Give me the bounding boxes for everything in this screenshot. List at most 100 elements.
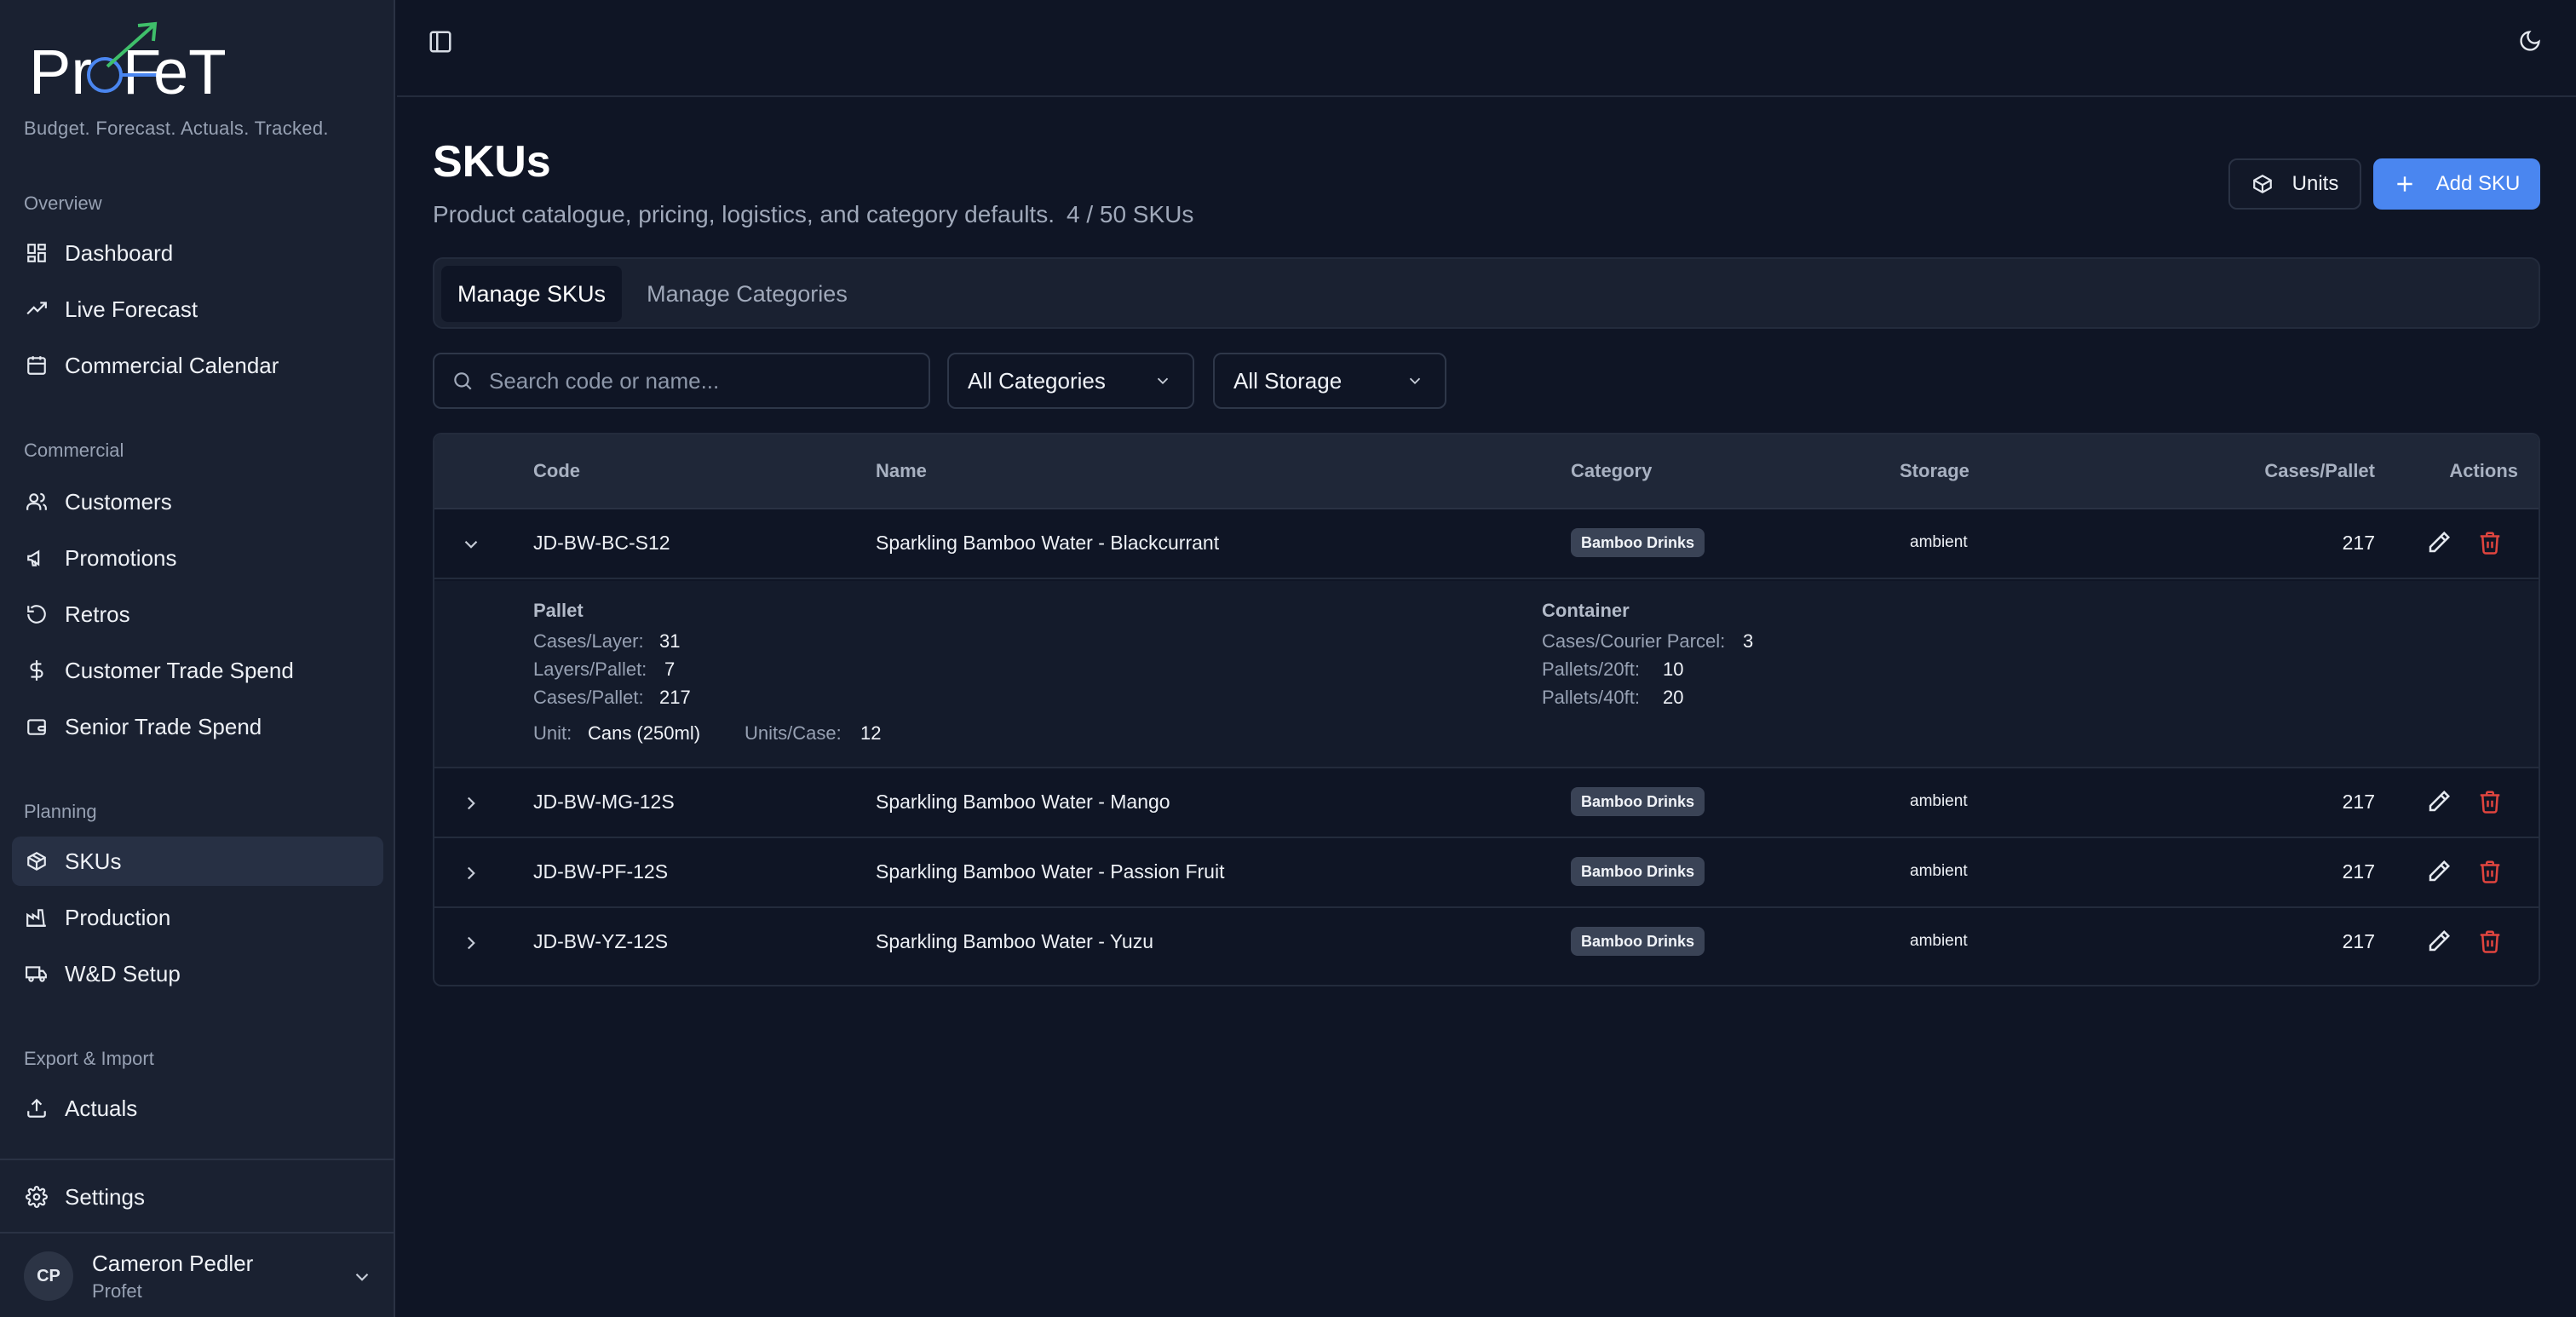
edit-pencil-icon[interactable] bbox=[2426, 859, 2452, 884]
avatar: CP bbox=[24, 1251, 73, 1301]
edit-pencil-icon[interactable] bbox=[2426, 530, 2452, 555]
tab-manage-categories[interactable]: Manage Categories bbox=[632, 266, 862, 322]
detail-label: Layers/Pallet: bbox=[533, 658, 647, 680]
category-badge: Bamboo Drinks bbox=[1571, 857, 1705, 886]
trash-icon[interactable] bbox=[2477, 789, 2503, 814]
trending-up-icon bbox=[26, 302, 47, 315]
detail-label: Cases/Courier Parcel: bbox=[1542, 630, 1726, 652]
sidebar-item-production[interactable]: Production bbox=[12, 893, 383, 942]
edit-pencil-icon[interactable] bbox=[2426, 789, 2452, 814]
detail-value: 31 bbox=[659, 630, 681, 652]
unit-label: Unit: bbox=[533, 722, 572, 744]
sidebar-item-customers[interactable]: Customers bbox=[12, 477, 383, 526]
users-icon bbox=[26, 492, 47, 510]
storage-value: ambient bbox=[1910, 792, 1968, 810]
nav-heading-export-import: Export & Import bbox=[24, 1048, 154, 1069]
sku-code: JD-BW-YZ-12S bbox=[533, 930, 669, 952]
page-subtitle: Product catalogue, pricing, logistics, a… bbox=[433, 201, 1193, 228]
storage-value: ambient bbox=[1910, 862, 1968, 880]
table-row[interactable]: JD-BW-MG-12S Sparkling Bamboo Water - Ma… bbox=[434, 768, 2539, 838]
search-box[interactable] bbox=[433, 353, 930, 409]
category-select-value: All Categories bbox=[968, 367, 1106, 394]
sidebar-item-label: Commercial Calendar bbox=[65, 352, 279, 378]
sidebar-item-live-forecast[interactable]: Live Forecast bbox=[12, 285, 383, 334]
sku-name: Sparkling Bamboo Water - Blackcurrant bbox=[876, 532, 1220, 554]
sku-table: Code Name Category Storage Cases/Pallet … bbox=[433, 433, 2540, 986]
category-badge: Bamboo Drinks bbox=[1571, 528, 1705, 557]
edit-pencil-icon[interactable] bbox=[2426, 929, 2452, 954]
units-button-label: Units bbox=[2291, 172, 2339, 195]
detail-label: Pallets/40ft: bbox=[1542, 687, 1640, 708]
table-row[interactable]: JD-BW-BC-S12 Sparkling Bamboo Water - Bl… bbox=[434, 509, 2539, 579]
container-heading: Container bbox=[1542, 600, 1630, 621]
sidebar-item-senior-trade-spend[interactable]: Senior Trade Spend bbox=[12, 702, 383, 751]
sidebar-item-label: Promotions bbox=[65, 544, 177, 571]
sidebar-item-actuals[interactable]: Actuals bbox=[12, 1084, 383, 1133]
detail-label: Pallets/20ft: bbox=[1542, 658, 1640, 680]
sidebar-toggle-icon[interactable] bbox=[428, 29, 453, 55]
column-header-actions: Actions bbox=[2449, 460, 2518, 481]
sidebar-divider bbox=[0, 1159, 395, 1160]
column-header-storage[interactable]: Storage bbox=[1900, 460, 1969, 482]
user-menu[interactable]: CP Cameron Pedler Profet bbox=[24, 1247, 373, 1305]
tab-bar: Manage SKUs Manage Categories bbox=[433, 257, 2540, 329]
sidebar-item-customer-trade-spend[interactable]: Customer Trade Spend bbox=[12, 646, 383, 695]
detail-value: 10 bbox=[1663, 658, 1684, 680]
chevron-right-icon[interactable] bbox=[460, 792, 482, 814]
page-description: Product catalogue, pricing, logistics, a… bbox=[433, 201, 1055, 227]
units-case-value: 12 bbox=[860, 722, 882, 744]
sidebar-item-settings[interactable]: Settings bbox=[12, 1172, 383, 1222]
search-input[interactable] bbox=[489, 367, 915, 394]
add-sku-button-label: Add SKU bbox=[2435, 172, 2521, 195]
category-badge: Bamboo Drinks bbox=[1571, 787, 1705, 816]
sidebar-item-label: W&D Setup bbox=[65, 960, 181, 986]
sidebar-item-commercial-calendar[interactable]: Commercial Calendar bbox=[12, 341, 383, 390]
user-org: Profet bbox=[92, 1280, 142, 1302]
cases-per-pallet-value: 217 bbox=[2342, 930, 2375, 952]
truck-icon bbox=[26, 966, 47, 982]
sku-name: Sparkling Bamboo Water - Passion Fruit bbox=[876, 860, 1225, 883]
storage-select-value: All Storage bbox=[1233, 367, 1343, 394]
table-row[interactable]: JD-BW-PF-12S Sparkling Bamboo Water - Pa… bbox=[434, 838, 2539, 908]
sidebar-item-retros[interactable]: Retros bbox=[12, 589, 383, 639]
detail-label: Cases/Layer: bbox=[533, 630, 644, 652]
table-row[interactable]: JD-BW-YZ-12S Sparkling Bamboo Water - Yu… bbox=[434, 908, 2539, 978]
sidebar-item-promotions[interactable]: Promotions bbox=[12, 533, 383, 583]
trash-icon[interactable] bbox=[2477, 929, 2503, 954]
storage-select[interactable]: All Storage bbox=[1213, 353, 1446, 409]
sidebar-item-dashboard[interactable]: Dashboard bbox=[12, 228, 383, 278]
trash-icon[interactable] bbox=[2477, 530, 2503, 555]
sidebar-item-label: Actuals bbox=[65, 1095, 138, 1121]
column-header-name[interactable]: Name bbox=[876, 460, 927, 482]
plus-icon bbox=[2396, 176, 2412, 192]
add-sku-button[interactable]: Add SKU bbox=[2373, 158, 2540, 210]
trash-icon[interactable] bbox=[2477, 859, 2503, 884]
units-button[interactable]: Units bbox=[2228, 158, 2361, 210]
column-header-code[interactable]: Code bbox=[533, 460, 580, 482]
profet-logo[interactable]: Pr F eT bbox=[29, 20, 233, 106]
storage-value: ambient bbox=[1910, 932, 1968, 950]
calendar-icon bbox=[27, 356, 46, 375]
chevron-down-icon[interactable] bbox=[460, 533, 482, 555]
column-header-cases-per-pallet[interactable]: Cases/Pallet bbox=[2264, 460, 2375, 482]
gear-icon bbox=[26, 1186, 48, 1208]
column-header-category[interactable]: Category bbox=[1571, 460, 1652, 482]
sidebar-item-wd-setup[interactable]: W&D Setup bbox=[12, 949, 383, 998]
detail-value: 20 bbox=[1663, 687, 1684, 708]
moon-icon[interactable] bbox=[2518, 29, 2542, 53]
tab-manage-skus[interactable]: Manage SKUs bbox=[441, 266, 622, 322]
top-bar bbox=[397, 0, 2576, 97]
nav-heading-commercial: Commercial bbox=[24, 440, 124, 461]
category-badge: Bamboo Drinks bbox=[1571, 927, 1705, 956]
wallet-icon bbox=[27, 719, 46, 735]
sidebar-item-label: Live Forecast bbox=[65, 296, 198, 322]
sku-code: JD-BW-BC-S12 bbox=[533, 532, 670, 554]
cases-per-pallet-value: 217 bbox=[2342, 532, 2375, 554]
table-header: Code Name Category Storage Cases/Pallet … bbox=[434, 434, 2539, 509]
category-select[interactable]: All Categories bbox=[947, 353, 1194, 409]
sidebar-item-skus[interactable]: SKUs bbox=[12, 837, 383, 886]
chevron-right-icon[interactable] bbox=[460, 862, 482, 884]
chevron-right-icon[interactable] bbox=[460, 932, 482, 954]
units-case-label: Units/Case: bbox=[745, 722, 842, 744]
sidebar-item-label: Retros bbox=[65, 601, 130, 627]
